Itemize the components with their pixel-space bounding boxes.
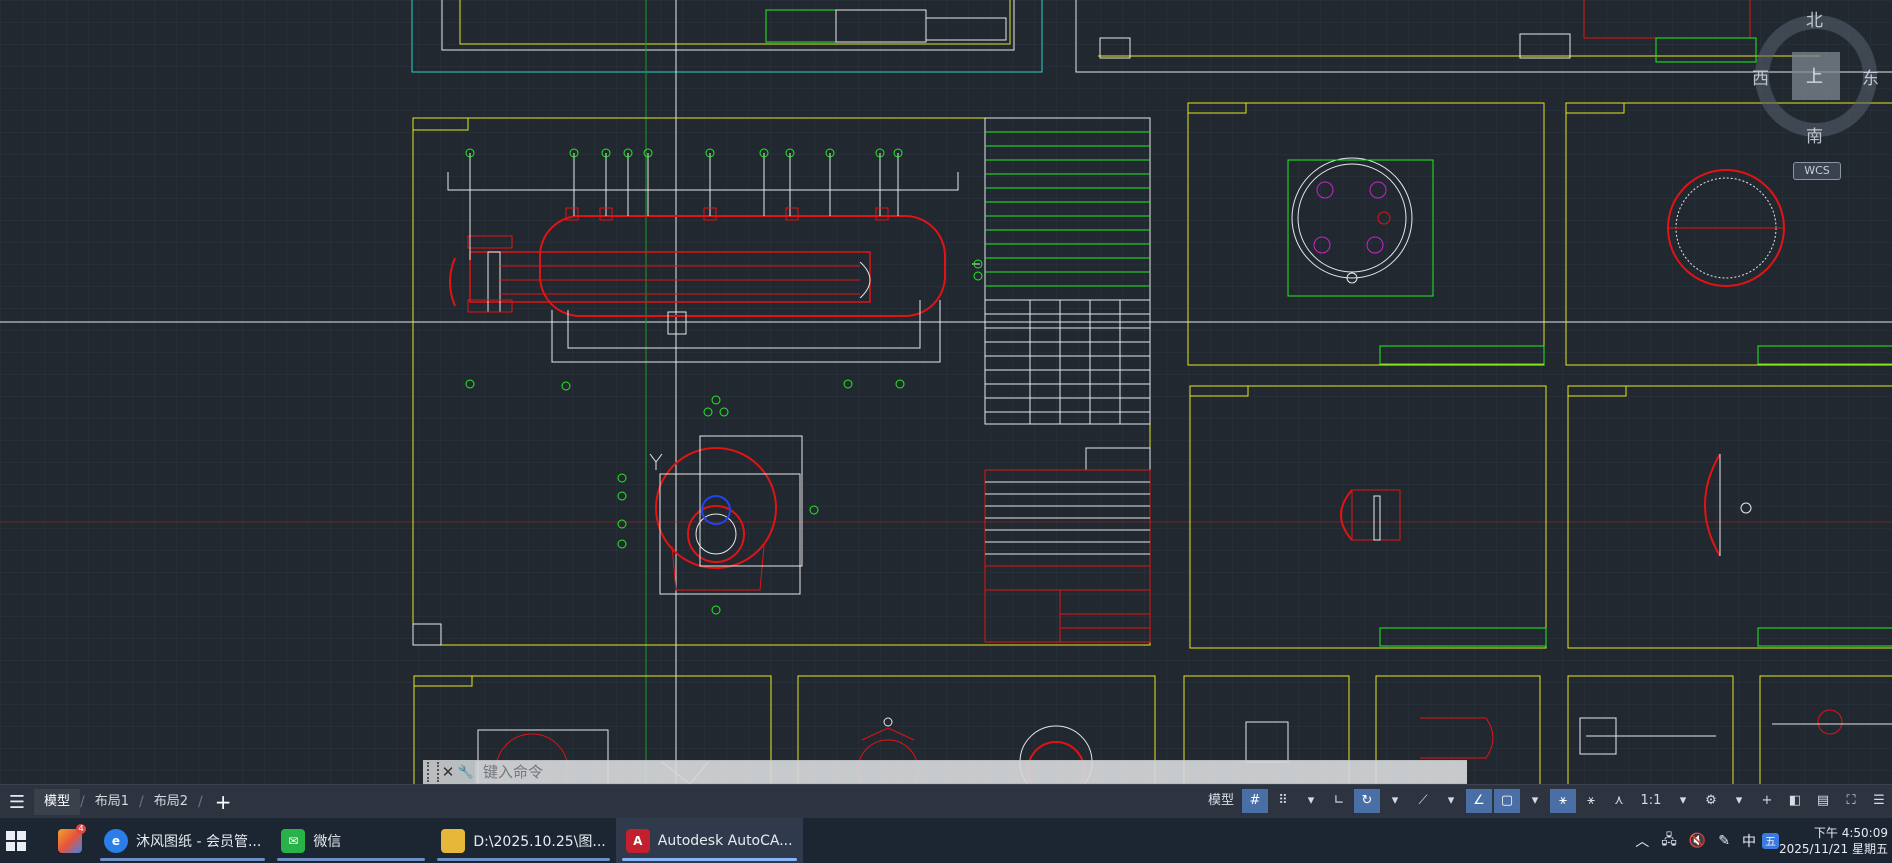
tab-layout1[interactable]: 布局1: [85, 789, 139, 815]
object-snap-icon[interactable]: ▢: [1494, 789, 1520, 813]
status-bar: 模型 # ⠿ ▾ ∟ ↻ ▾ ⟋ ▾ ∠ ▢ ▾ ⚹ ⚹ ⋏ 1:1 ▾ ⚙ ▾…: [1202, 786, 1892, 816]
chevron-down-icon[interactable]: ▾: [1298, 789, 1324, 813]
wrench-icon[interactable]: 🔧: [457, 765, 475, 780]
clock-time: 下午 4:50:09: [1813, 825, 1888, 840]
chevron-up-icon[interactable]: ︿: [1629, 831, 1655, 851]
add-layout-button[interactable]: +: [203, 790, 244, 814]
clock[interactable]: 下午 4:50:09 2025/11/21 星期五: [1779, 825, 1892, 857]
running-indicator: [100, 858, 266, 861]
browser-icon: e: [104, 828, 128, 853]
input-method-indicator[interactable]: 中: [1736, 831, 1762, 851]
command-input[interactable]: 键入命令: [475, 761, 1467, 783]
chevron-down-icon[interactable]: ▾: [1522, 789, 1548, 813]
viewcube-east-label[interactable]: 东: [1862, 64, 1879, 89]
model-space-button[interactable]: 模型: [1202, 789, 1240, 813]
viewcube-south-label[interactable]: 南: [1806, 122, 1823, 147]
model-space-drawing[interactable]: [0, 0, 1892, 784]
viewcube-top-face[interactable]: 上: [1806, 62, 1823, 87]
menu-icon[interactable]: ☰: [0, 792, 34, 813]
autoscale-icon[interactable]: ⚹: [1578, 789, 1604, 813]
taskbar-item-autocad[interactable]: A Autodesk AutoCA...: [615, 818, 803, 863]
windows-start-icon[interactable]: [6, 830, 26, 851]
annotation-visibility-icon[interactable]: ⚹: [1550, 789, 1576, 813]
folder-icon: [441, 828, 466, 853]
volume-muted-icon[interactable]: 🔇: [1683, 833, 1712, 849]
polar-tracking-icon[interactable]: ↻: [1354, 789, 1380, 813]
clock-date: 2025/11/21 星期五: [1779, 841, 1888, 856]
running-indicator: [277, 858, 426, 861]
chevron-down-icon[interactable]: ▾: [1726, 789, 1752, 813]
isolate-objects-icon[interactable]: ◧: [1782, 789, 1808, 813]
chevron-down-icon[interactable]: ▾: [1382, 789, 1408, 813]
taskbar-item-explorer[interactable]: D:\2025.10.25\图...: [431, 818, 615, 863]
autocad-icon: A: [625, 828, 650, 853]
chevron-down-icon[interactable]: ▾: [1438, 789, 1464, 813]
annotation-scale-icon[interactable]: ⋏: [1606, 789, 1632, 813]
tab-layout2[interactable]: 布局2: [144, 789, 198, 815]
command-line-grip[interactable]: [427, 762, 439, 782]
taskbar-item-label: 沐风图纸 - 会员管...: [136, 833, 262, 850]
tab-model[interactable]: 模型: [34, 789, 81, 815]
taskbar-item-wechat[interactable]: ✉ 微信: [271, 818, 431, 863]
taskbar-item-label: Autodesk AutoCA...: [657, 832, 793, 849]
isodraft-icon[interactable]: ⟋: [1410, 789, 1436, 813]
gear-icon[interactable]: ⚙: [1698, 789, 1724, 813]
close-icon[interactable]: ✕: [439, 763, 457, 781]
viewcube[interactable]: 北 西 东 南 上: [1742, 0, 1892, 160]
running-indicator: [437, 858, 610, 861]
taskbar-app-launcher[interactable]: 4: [46, 818, 94, 863]
wcs-menu-button[interactable]: WCS: [1793, 162, 1841, 180]
grid-icon[interactable]: #: [1242, 789, 1268, 813]
command-line[interactable]: ✕ 🔧 键入命令: [423, 760, 1467, 784]
ortho-icon[interactable]: ∟: [1326, 789, 1352, 813]
ime-icon[interactable]: 五: [1762, 832, 1780, 849]
drawing-canvas[interactable]: 北 西 东 南 上 WCS ✕ 🔧 键入命令: [0, 0, 1892, 784]
network-icon[interactable]: 🖧: [1655, 829, 1683, 853]
annotation-scale-value[interactable]: 1:1: [1634, 789, 1668, 813]
customize-menu-icon[interactable]: ☰: [1866, 789, 1892, 813]
pen-icon[interactable]: ✎: [1712, 833, 1736, 849]
taskbar-item-label: D:\2025.10.25\图...: [473, 833, 606, 850]
taskbar-item-label: 微信: [313, 833, 342, 850]
snap-icon[interactable]: ⠿: [1270, 789, 1296, 813]
windows-taskbar: 4 e 沐风图纸 - 会员管... ✉ 微信 D:\2025.10.25\图..…: [0, 818, 1892, 863]
active-indicator: [621, 858, 797, 861]
object-snap-tracking-icon[interactable]: ∠: [1466, 789, 1492, 813]
wechat-icon: ✉: [281, 828, 306, 853]
notification-badge: 4: [76, 824, 86, 834]
system-tray: ︿ 🖧 🔇 ✎ 中 五 下午 4:50:09 2025/11/21 星期五: [1629, 818, 1892, 863]
fullscreen-icon[interactable]: ⛶: [1838, 789, 1864, 813]
viewcube-west-label[interactable]: 西: [1752, 64, 1769, 89]
chevron-down-icon[interactable]: ▾: [1670, 789, 1696, 813]
hardware-acceleration-icon[interactable]: ▤: [1810, 789, 1836, 813]
plus-icon[interactable]: +: [1754, 789, 1780, 813]
viewcube-north-label[interactable]: 北: [1806, 6, 1823, 31]
taskbar-item-browser[interactable]: e 沐风图纸 - 会员管...: [94, 818, 271, 863]
